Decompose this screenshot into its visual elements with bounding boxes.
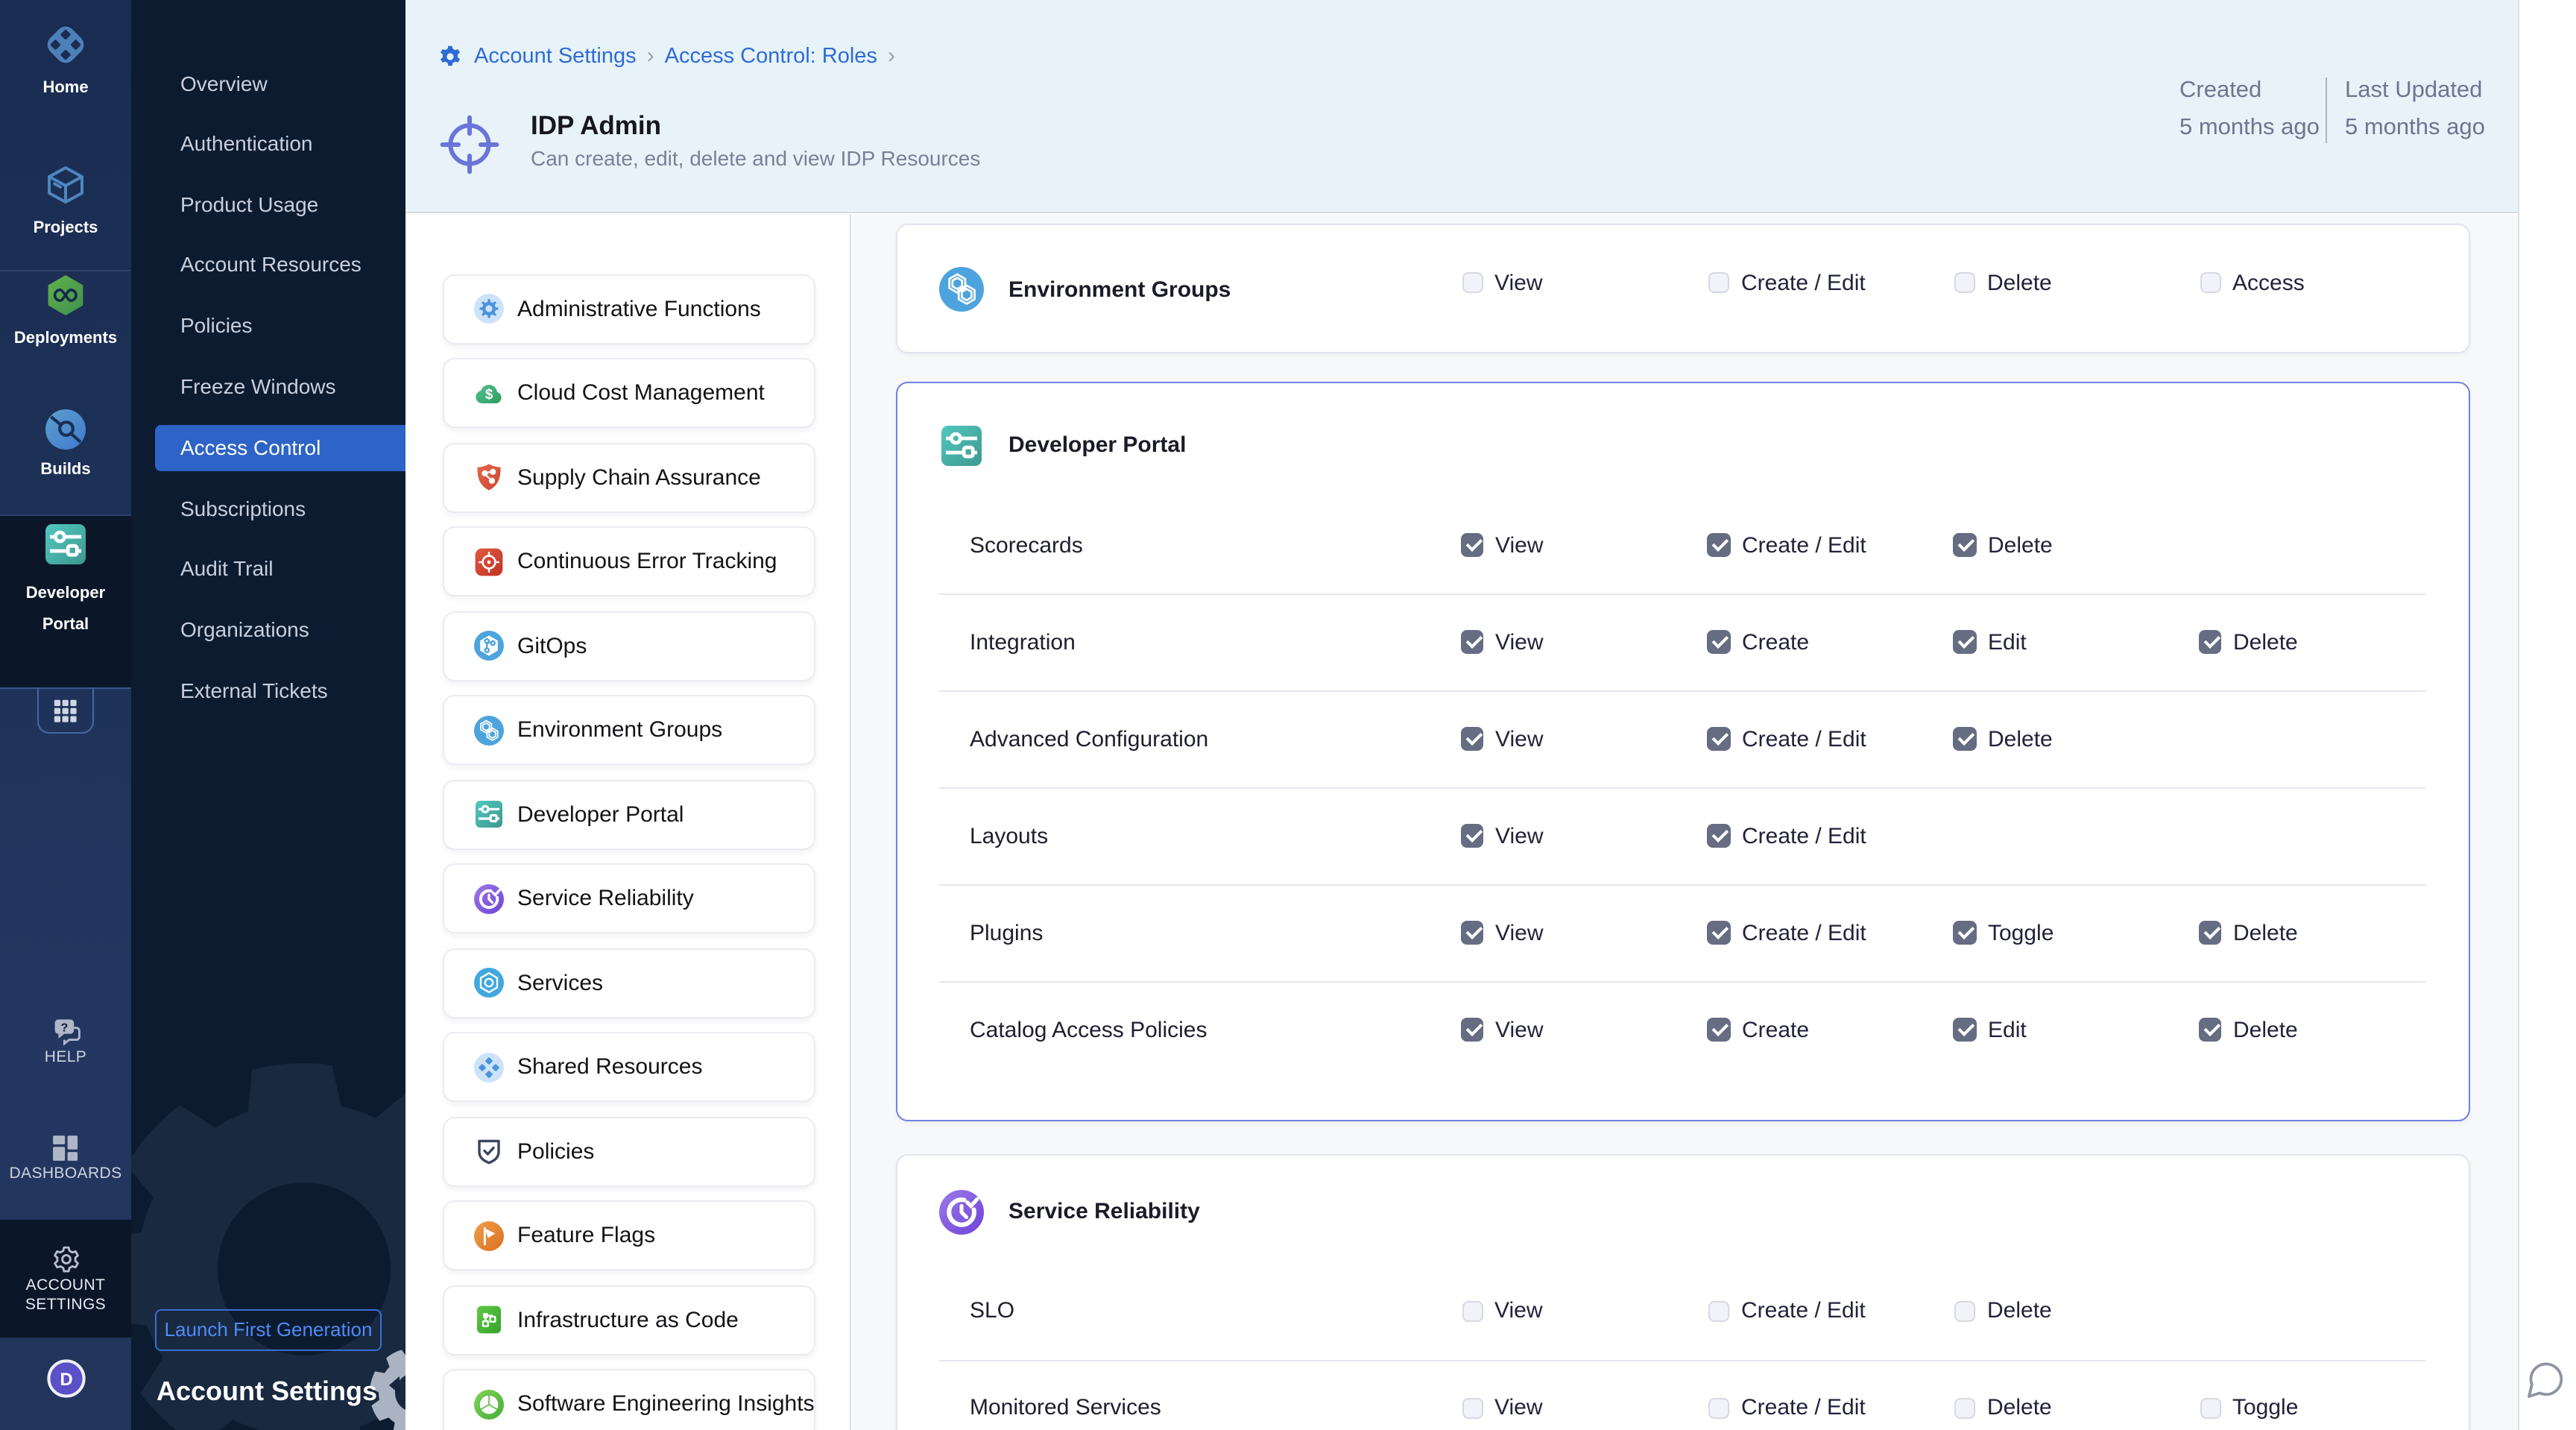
svg-text:D: D (59, 1370, 72, 1390)
svg-text:?: ? (61, 1021, 69, 1034)
svg-text:$: $ (485, 386, 493, 402)
